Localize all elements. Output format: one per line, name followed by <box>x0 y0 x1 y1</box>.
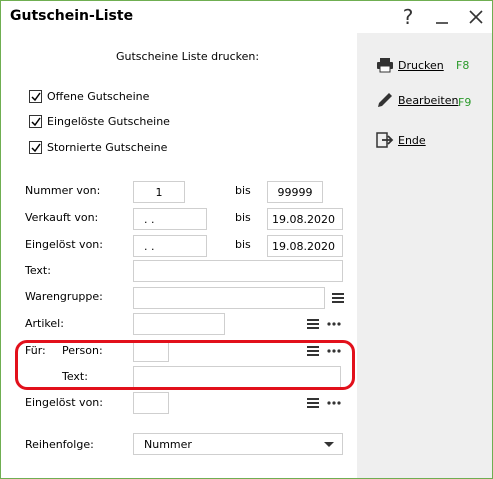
checkbox-eingeloeste[interactable]: Eingelöste Gutscheine <box>29 115 170 128</box>
window-title: Gutschein-Liste <box>10 8 134 24</box>
more-icon <box>327 322 341 326</box>
eingeloest-more-button[interactable] <box>326 395 342 411</box>
verkauft-von-field[interactable]: . . <box>133 208 207 230</box>
checkbox-box[interactable] <box>29 90 42 103</box>
checkbox-offene[interactable]: Offene Gutscheine <box>29 90 149 103</box>
eingeloest-von-2-label: Eingelöst von: <box>25 396 103 409</box>
eingeloest-von-2-field[interactable] <box>133 392 169 414</box>
nummer-von-label: Nummer von: <box>25 184 101 197</box>
warengruppe-list-button[interactable] <box>330 290 346 306</box>
drucken-button[interactable]: Drucken <box>376 57 444 73</box>
checkmark-icon <box>30 92 41 101</box>
drucken-label: Drucken <box>398 58 444 72</box>
bearbeiten-label: Bearbeiten <box>398 93 459 107</box>
chevron-down-icon <box>324 442 334 447</box>
bearbeiten-shortcut: F9 <box>458 96 472 109</box>
text-field[interactable] <box>133 260 343 282</box>
list-icon <box>332 293 344 303</box>
warengruppe-field[interactable] <box>133 287 325 309</box>
eingeloest-von-label: Eingelöst von: <box>25 238 103 251</box>
help-button[interactable]: ? <box>393 5 423 29</box>
checkbox-label: Eingelöste Gutscheine <box>47 115 170 128</box>
artikel-field[interactable] <box>133 313 225 335</box>
eingeloest-von-field[interactable]: . . <box>133 235 207 257</box>
help-icon: ? <box>402 5 414 29</box>
reihenfolge-select[interactable]: Nummer <box>133 433 343 455</box>
close-icon <box>469 10 483 24</box>
minimize-button[interactable] <box>427 5 457 29</box>
artikel-label: Artikel: <box>25 317 64 330</box>
checkbox-label: Offene Gutscheine <box>47 90 150 103</box>
title-bar: Gutschein-Liste ? <box>1 1 492 33</box>
minimize-icon <box>436 22 448 24</box>
checkmark-icon <box>30 143 41 152</box>
reihenfolge-label: Reihenfolge: <box>25 438 94 451</box>
checkbox-box[interactable] <box>29 115 42 128</box>
verkauft-von-label: Verkauft von: <box>25 211 99 224</box>
list-icon <box>307 398 319 408</box>
drucken-shortcut: F8 <box>456 59 470 72</box>
checkbox-label: Stornierte Gutscheine <box>47 141 168 154</box>
warengruppe-label: Warengruppe: <box>25 290 103 303</box>
checkmark-icon <box>30 117 41 126</box>
exit-icon <box>376 132 394 148</box>
ende-button[interactable]: Ende <box>376 132 426 148</box>
artikel-list-button[interactable] <box>305 316 321 332</box>
checkbox-box[interactable] <box>29 141 42 154</box>
pencil-icon <box>378 93 392 107</box>
eingeloest-bis-field[interactable]: 19.08.2020 <box>267 235 343 257</box>
printer-icon <box>377 58 393 73</box>
reihenfolge-value: Nummer <box>144 437 192 451</box>
checkbox-stornierte[interactable]: Stornierte Gutscheine <box>29 141 167 154</box>
nummer-bis-field[interactable]: 99999 <box>267 181 323 203</box>
nummer-bis-label: bis <box>235 184 251 197</box>
text-label: Text: <box>25 264 51 277</box>
nummer-von-field[interactable]: 1 <box>133 181 185 203</box>
artikel-more-button[interactable] <box>326 316 342 332</box>
more-icon <box>327 401 341 405</box>
eingeloest-bis-label: bis <box>235 238 251 251</box>
bearbeiten-button[interactable]: Bearbeiten <box>376 91 458 109</box>
close-button[interactable] <box>461 5 491 29</box>
list-icon <box>307 319 319 329</box>
form-heading: Gutscheine Liste drucken: <box>116 50 260 63</box>
highlight-frame <box>15 340 355 390</box>
eingeloest-list-button[interactable] <box>305 395 321 411</box>
verkauft-bis-label: bis <box>235 211 251 224</box>
ende-label: Ende <box>398 133 426 147</box>
verkauft-bis-field[interactable]: 19.08.2020 <box>267 208 343 230</box>
